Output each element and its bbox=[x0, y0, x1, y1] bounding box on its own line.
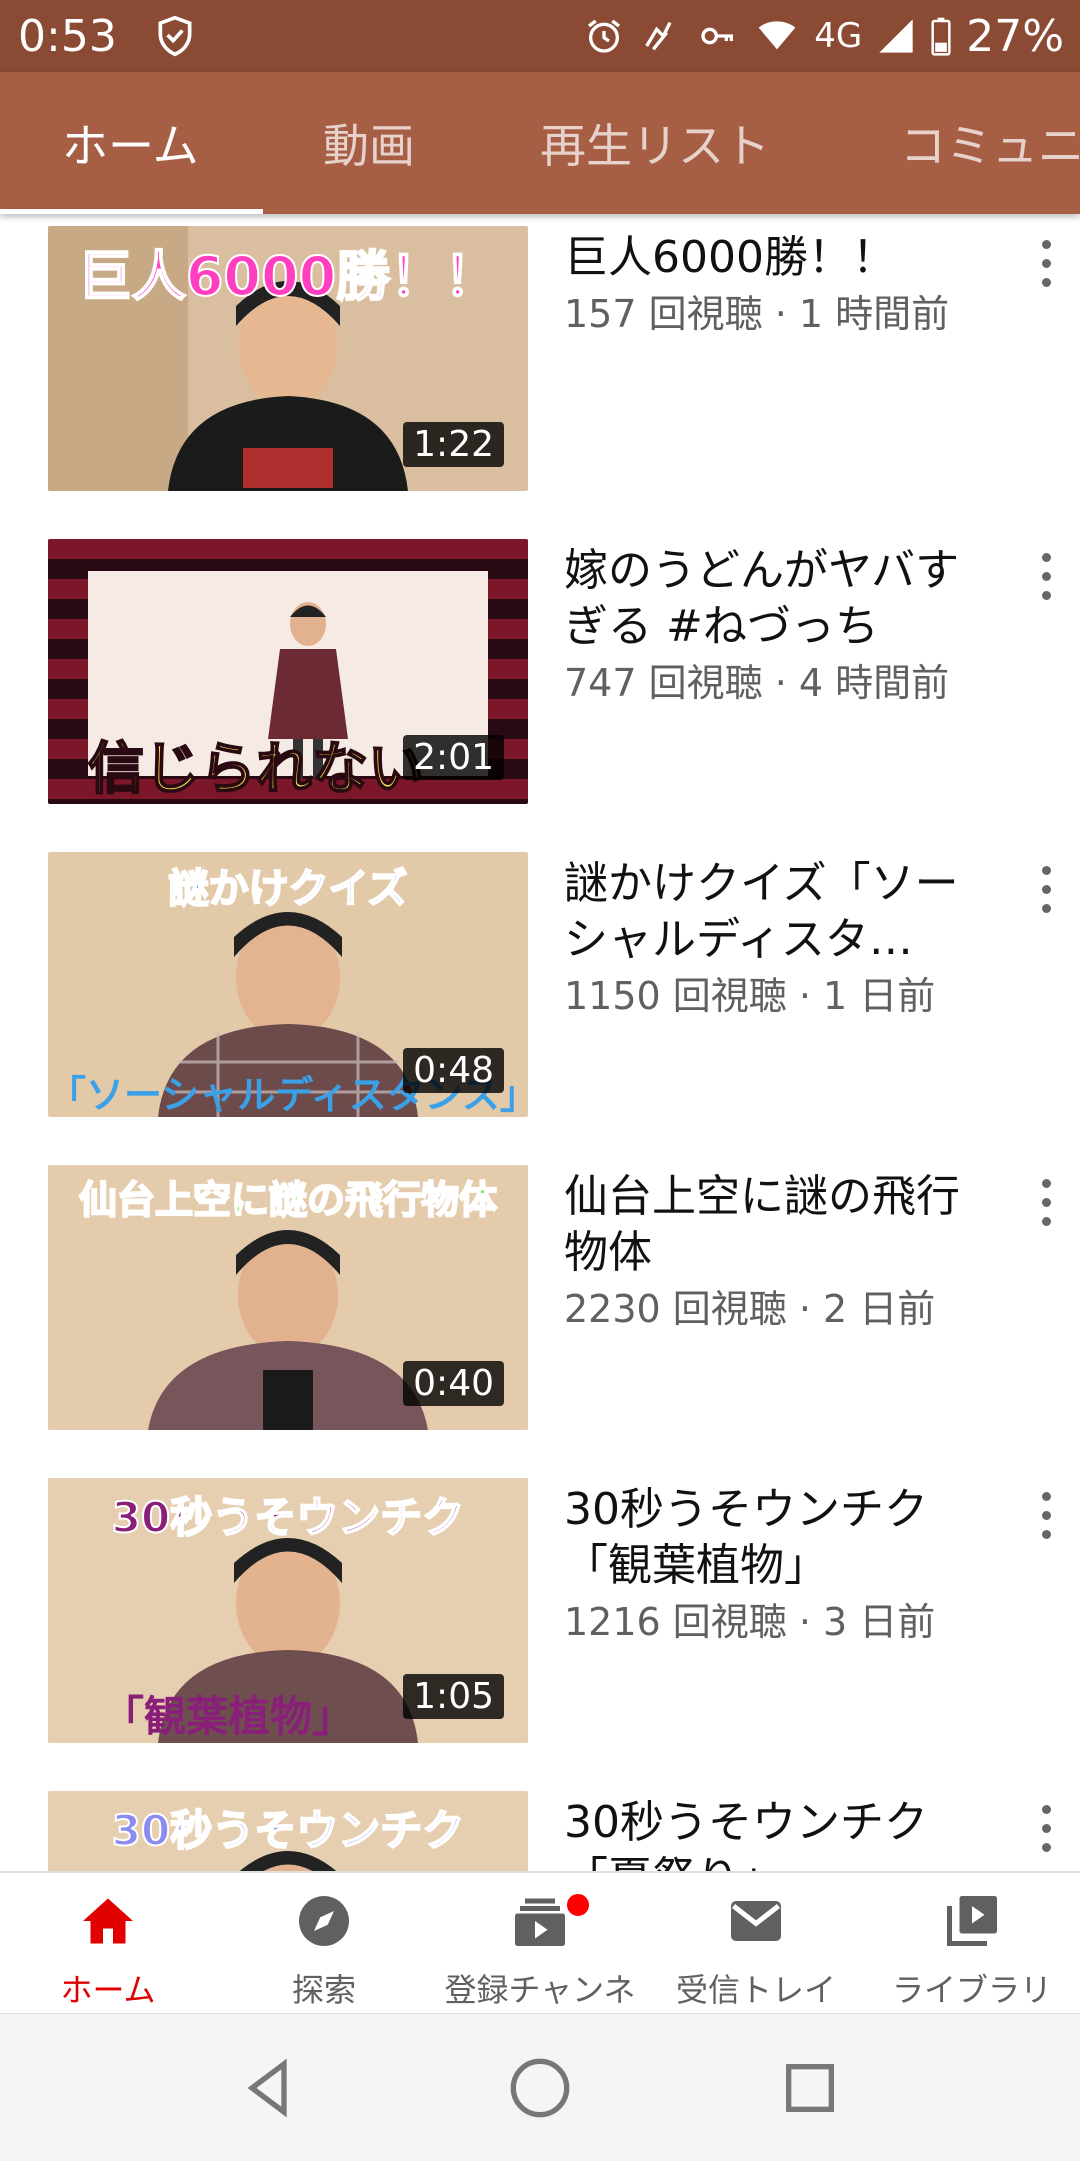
thumbnail-caption: 30秒うそウンチク bbox=[111, 1805, 465, 1856]
video-item[interactable]: 巨人6000勝！！ 1:22 巨人6000勝！！ 157 回視聴 · 1 時間前 bbox=[0, 214, 1080, 527]
video-meta[interactable]: 嫁のうどんがヤバすぎる #ねづっち 747 回視聴 · 4 時間前 bbox=[564, 543, 994, 709]
nav-library[interactable]: ライブラリ bbox=[864, 1873, 1080, 2015]
video-duration: 0:48 bbox=[403, 1048, 504, 1093]
thumbnail-caption: 30秒うそウンチク bbox=[111, 1492, 465, 1543]
video-thumbnail[interactable]: 信じられない 2:01 bbox=[48, 539, 528, 804]
video-stats: 1150 回視聴 · 1 日前 bbox=[564, 974, 936, 1018]
video-item[interactable]: 謎かけクイズ 「ソーシャルディスタンス」 0:48 謎かけクイズ「ソーシャルディ… bbox=[0, 840, 1080, 1153]
video-duration: 1:05 bbox=[403, 1674, 504, 1719]
nav-inbox[interactable]: 受信トレイ bbox=[648, 1873, 864, 2015]
key-icon bbox=[701, 27, 734, 45]
more-options-icon[interactable] bbox=[1038, 866, 1054, 916]
tab-videos[interactable]: 動画 bbox=[323, 72, 415, 214]
video-title[interactable]: 30秒うそウンチク「夏祭り」 bbox=[564, 1795, 994, 1871]
video-duration: 1:22 bbox=[403, 422, 504, 467]
nav-explore[interactable]: 探索 bbox=[216, 1873, 432, 2015]
network-type: 4G bbox=[814, 16, 863, 56]
wifi-icon bbox=[758, 21, 796, 50]
video-duration: 2:01 bbox=[403, 735, 504, 780]
video-thumbnail[interactable]: 謎かけクイズ 「ソーシャルディスタンス」 0:48 bbox=[48, 852, 528, 1117]
thumbnail-caption: 謎かけクイズ bbox=[168, 865, 409, 913]
video-thumbnail[interactable]: 30秒うそウンチク bbox=[48, 1791, 528, 1871]
video-stats: 1216 回視聴 · 3 日前 bbox=[564, 1600, 936, 1644]
signal-icon bbox=[879, 19, 913, 53]
notification-badge bbox=[564, 1891, 592, 1919]
video-title[interactable]: 30秒うそウンチク「観葉植物」 bbox=[564, 1482, 994, 1594]
thumbnail-caption: 巨人6000勝！！ bbox=[77, 244, 499, 309]
back-icon[interactable] bbox=[236, 2056, 300, 2120]
nav-label: 受信トレイ bbox=[675, 1971, 836, 2009]
recents-icon[interactable] bbox=[778, 2056, 842, 2120]
compass-icon bbox=[299, 1896, 349, 1946]
video-title[interactable]: 巨人6000勝！！ bbox=[564, 230, 994, 286]
channel-tab-bar: ホーム 動画 再生リスト コミュニ bbox=[0, 72, 1080, 214]
alarm-icon bbox=[588, 19, 621, 53]
video-stats: 2230 回視聴 · 2 日前 bbox=[564, 1287, 936, 1331]
video-meta[interactable]: 謎かけクイズ「ソーシャルディスタ… 1150 回視聴 · 1 日前 bbox=[564, 856, 994, 1022]
battery-percent: 27% bbox=[966, 10, 1064, 62]
system-navigation-bar bbox=[0, 2013, 1080, 2161]
status-time: 0:53 bbox=[18, 10, 117, 62]
thumbnail-caption: 仙台上空に謎の飛行物体 bbox=[78, 1177, 498, 1223]
video-duration: 0:40 bbox=[403, 1361, 504, 1406]
tab-community[interactable]: コミュニ bbox=[900, 72, 1080, 214]
more-options-icon[interactable] bbox=[1038, 1179, 1054, 1229]
video-item[interactable]: 30秒うそウンチク 「観葉植物」 1:05 30秒うそウンチク「観葉植物」 12… bbox=[0, 1466, 1080, 1779]
nav-label: ホーム bbox=[60, 1971, 156, 2009]
more-options-icon[interactable] bbox=[1038, 553, 1054, 603]
home-icon bbox=[83, 1898, 133, 1944]
more-options-icon[interactable] bbox=[1038, 1492, 1054, 1542]
nav-subscriptions[interactable]: 登録チャンネル bbox=[432, 1873, 648, 2055]
shield-icon bbox=[158, 15, 192, 57]
status-bar: 0:53 4G 27% bbox=[0, 0, 1080, 72]
nav-label: ライブラリ bbox=[891, 1971, 1052, 2009]
home-button-icon[interactable] bbox=[508, 2056, 572, 2120]
nav-label: 探索 bbox=[291, 1971, 356, 2009]
more-options-icon[interactable] bbox=[1038, 240, 1054, 290]
gesture-icon bbox=[645, 21, 672, 51]
tab-playlists[interactable]: 再生リスト bbox=[540, 72, 770, 214]
inbox-icon bbox=[731, 1901, 781, 1941]
nav-home[interactable]: ホーム bbox=[0, 1873, 216, 2015]
video-title[interactable]: 仙台上空に謎の飛行物体 bbox=[564, 1169, 994, 1281]
video-meta[interactable]: 巨人6000勝！！ 157 回視聴 · 1 時間前 bbox=[564, 230, 994, 340]
video-thumbnail[interactable]: 巨人6000勝！！ 1:22 bbox=[48, 226, 528, 491]
video-meta[interactable]: 30秒うそウンチク「夏祭り」 bbox=[564, 1795, 994, 1871]
tab-home[interactable]: ホーム bbox=[62, 72, 199, 214]
subscriptions-icon bbox=[515, 1898, 565, 1946]
video-thumbnail[interactable]: 仙台上空に謎の飛行物体 0:40 bbox=[48, 1165, 528, 1430]
video-stats: 157 回視聴 · 1 時間前 bbox=[564, 292, 950, 336]
battery-icon bbox=[931, 17, 951, 56]
bottom-navigation: ホーム 探索 登録チャンネル 受信トレイ ライブラリ bbox=[0, 1871, 1080, 2055]
video-item[interactable]: 仙台上空に謎の飛行物体 0:40 仙台上空に謎の飛行物体 2230 回視聴 · … bbox=[0, 1153, 1080, 1466]
library-icon bbox=[947, 1896, 997, 1946]
video-item[interactable]: 信じられない 2:01 嫁のうどんがヤバすぎる #ねづっち 747 回視聴 · … bbox=[0, 527, 1080, 840]
video-list[interactable]: 巨人6000勝！！ 1:22 巨人6000勝！！ 157 回視聴 · 1 時間前 bbox=[0, 214, 1080, 1871]
video-title[interactable]: 謎かけクイズ「ソーシャルディスタ… bbox=[564, 856, 994, 968]
video-meta[interactable]: 仙台上空に謎の飛行物体 2230 回視聴 · 2 日前 bbox=[564, 1169, 994, 1335]
video-stats: 747 回視聴 · 4 時間前 bbox=[564, 661, 950, 705]
more-options-icon[interactable] bbox=[1038, 1805, 1054, 1855]
thumbnail-subcaption: 「観葉植物」 bbox=[101, 1692, 354, 1741]
video-meta[interactable]: 30秒うそウンチク「観葉植物」 1216 回視聴 · 3 日前 bbox=[564, 1482, 994, 1648]
video-title[interactable]: 嫁のうどんがヤバすぎる #ねづっち bbox=[564, 543, 994, 655]
video-item[interactable]: 30秒うそウンチク 30秒うそウンチク「夏祭り」 bbox=[0, 1779, 1080, 1871]
video-thumbnail[interactable]: 30秒うそウンチク 「観葉植物」 1:05 bbox=[48, 1478, 528, 1743]
